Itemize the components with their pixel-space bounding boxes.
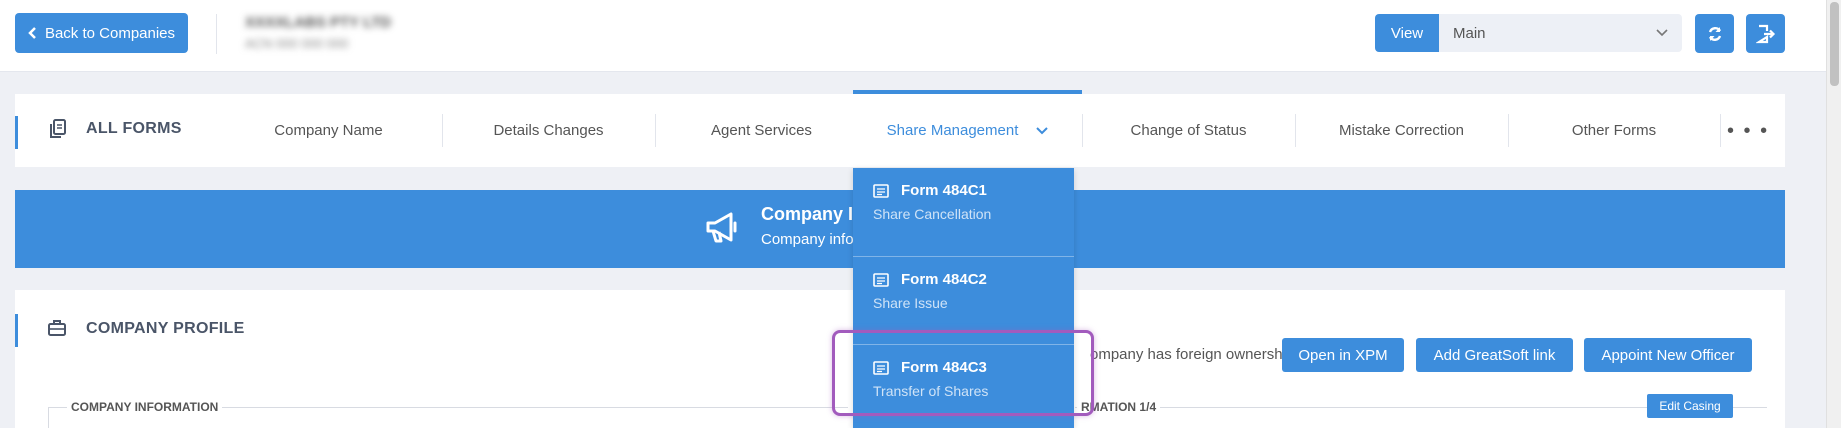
view-dropdown[interactable]: Main	[1439, 14, 1682, 52]
chevron-down-icon	[1036, 126, 1049, 134]
menu-item-form-484c3[interactable]: Form 484C3 Transfer of Shares	[853, 344, 1074, 428]
menu-item-name: Transfer of Shares	[873, 383, 989, 399]
edit-casing-button[interactable]: Edit Casing	[1647, 394, 1733, 418]
page-scrollbar[interactable]	[1826, 0, 1841, 428]
menu-item-name: Share Cancellation	[873, 206, 992, 222]
tab-share-management-label: Share Management	[886, 122, 1019, 139]
menu-item-code: Form 484C2	[901, 271, 987, 288]
tab-change-of-status[interactable]: Change of Status	[1082, 94, 1295, 167]
menu-item-code: Form 484C1	[901, 182, 987, 199]
section-accent	[15, 314, 18, 347]
tab-agent-services[interactable]: Agent Services	[655, 94, 868, 167]
view-selector: View Main	[1375, 14, 1682, 52]
refresh-button[interactable]	[1695, 14, 1734, 53]
chevron-left-icon	[28, 27, 36, 39]
share-management-dropdown: Form 484C1 Share Cancellation Form 484C2…	[853, 168, 1074, 428]
form-icon	[873, 184, 889, 198]
banner-title: Company I	[761, 204, 854, 224]
information-pager-label: RMATION 1/4	[1077, 400, 1161, 414]
sign-out-icon	[1755, 24, 1775, 43]
tab-company-name[interactable]: Company Name	[215, 94, 442, 167]
refresh-icon	[1708, 26, 1721, 41]
menu-item-form-484c2[interactable]: Form 484C2 Share Issue	[853, 256, 1074, 344]
more-options-button[interactable]: • • •	[1727, 120, 1769, 143]
briefcase-icon	[48, 320, 66, 336]
menu-item-name: Share Issue	[873, 295, 948, 311]
header-divider	[216, 14, 217, 54]
form-icon	[873, 273, 889, 287]
company-profile-title: COMPANY PROFILE	[86, 320, 245, 337]
view-label: View	[1375, 14, 1439, 52]
tab-other-forms[interactable]: Other Forms	[1508, 94, 1720, 167]
all-forms-nav: ALL FORMS Company Name Details Changes A…	[15, 90, 1785, 167]
back-to-companies-button[interactable]: Back to Companies	[15, 13, 188, 53]
top-bar: Back to Companies XXXXLABS PTY LTD ACN 0…	[0, 0, 1826, 72]
chevron-down-icon	[1656, 29, 1668, 37]
company-information-label: COMPANY INFORMATION	[67, 400, 223, 414]
menu-item-code: Form 484C3	[901, 359, 987, 376]
foreign-ownership-text: ompany has foreign ownership	[1090, 346, 1295, 363]
copy-icon	[50, 119, 66, 138]
all-forms-title: ALL FORMS	[86, 120, 182, 137]
nav-divider	[1720, 114, 1721, 147]
logout-button[interactable]	[1746, 14, 1785, 53]
company-identity: XXXXLABS PTY LTD ACN 000 000 000	[245, 14, 391, 51]
appoint-new-officer-button[interactable]: Appoint New Officer	[1584, 338, 1752, 372]
menu-item-form-484c1[interactable]: Form 484C1 Share Cancellation	[853, 168, 1074, 256]
company-id: ACN 000 000 000	[245, 36, 349, 51]
scrollbar-thumb[interactable]	[1830, 2, 1839, 86]
fieldset-border	[48, 407, 49, 428]
megaphone-icon	[706, 212, 737, 243]
form-icon	[873, 361, 889, 375]
company-name: XXXXLABS PTY LTD	[245, 14, 392, 31]
open-in-xpm-button[interactable]: Open in XPM	[1282, 338, 1404, 372]
view-selected-value: Main	[1453, 24, 1486, 42]
tab-mistake-correction[interactable]: Mistake Correction	[1295, 94, 1508, 167]
back-button-label: Back to Companies	[44, 24, 176, 42]
banner-subtitle: Company info	[761, 231, 854, 248]
tab-share-management[interactable]: Share Management	[853, 90, 1082, 167]
section-accent	[15, 116, 18, 149]
tab-details-changes[interactable]: Details Changes	[442, 94, 655, 167]
add-greatsoft-link-button[interactable]: Add GreatSoft link	[1416, 338, 1573, 372]
